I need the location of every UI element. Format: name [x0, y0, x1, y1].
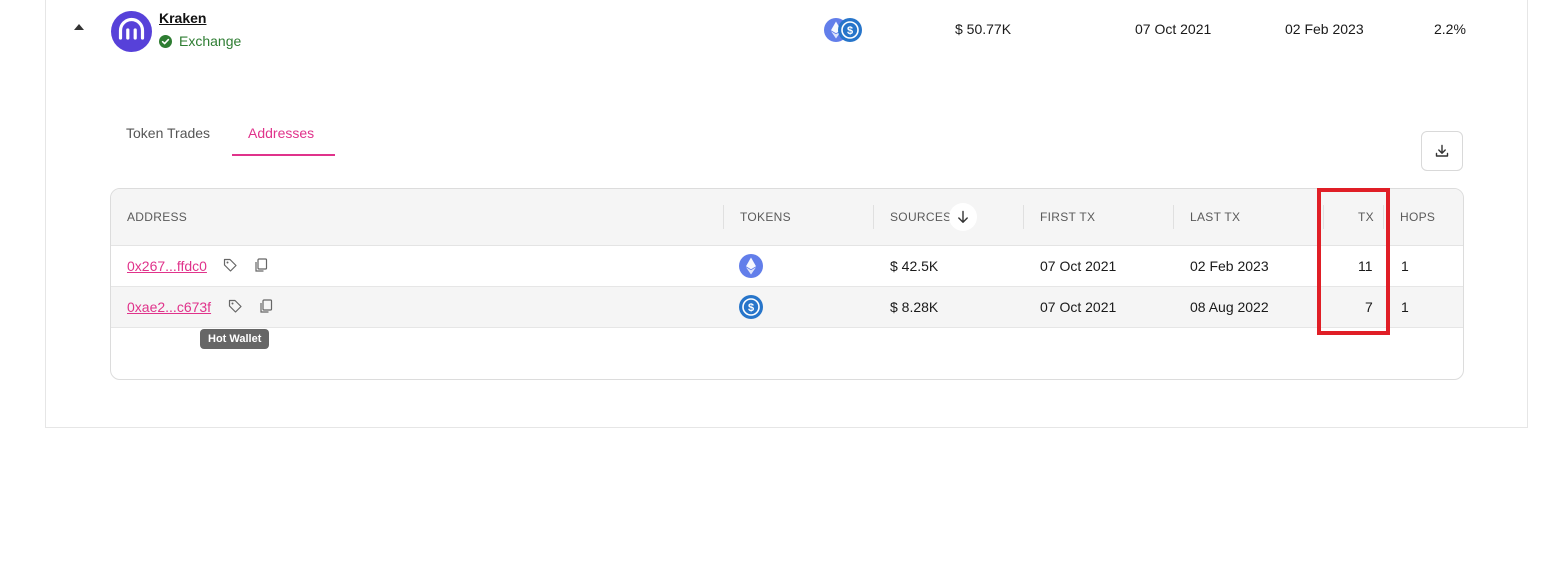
entity-token-icons: $: [824, 18, 864, 42]
download-icon: [1435, 144, 1449, 157]
collapse-caret-icon[interactable]: [74, 24, 84, 30]
row-first-tx: 07 Oct 2021: [1040, 258, 1117, 274]
arrow-down-icon: [958, 210, 968, 223]
download-button[interactable]: [1421, 131, 1463, 171]
header-divider: [1023, 205, 1024, 229]
svg-text:$: $: [748, 302, 754, 314]
header-first-tx[interactable]: FIRST TX: [1040, 210, 1095, 224]
entity-name-link[interactable]: Kraken: [159, 10, 206, 26]
row-hops: 1: [1401, 299, 1409, 315]
address-link[interactable]: 0xae2...c673f: [127, 299, 211, 315]
header-tokens: TOKENS: [740, 210, 791, 224]
addresses-table: ADDRESS TOKENS SOURCES FIRST TX LAST TX …: [110, 188, 1464, 380]
copy-icon[interactable]: [253, 257, 269, 273]
row-sources: $ 8.28K: [890, 299, 939, 315]
sort-desc-button[interactable]: [949, 203, 977, 231]
row-tx-count: 7: [1365, 299, 1373, 315]
tab-addresses[interactable]: Addresses: [248, 125, 314, 141]
header-divider: [1383, 205, 1384, 229]
entity-last-tx: 02 Feb 2023: [1285, 21, 1364, 37]
row-hops: 1: [1401, 258, 1409, 274]
tag-icon[interactable]: [227, 298, 243, 314]
copy-icon[interactable]: [258, 298, 274, 314]
svg-text:$: $: [847, 25, 853, 37]
header-divider: [1173, 205, 1174, 229]
table-row: 0xae2...c673f $ $ 8.28K 07 Oct 2021 08 A…: [111, 287, 1463, 328]
row-tx-count: 11: [1358, 258, 1373, 274]
table-header: ADDRESS TOKENS SOURCES FIRST TX LAST TX …: [111, 189, 1463, 246]
row-last-tx: 02 Feb 2023: [1190, 258, 1269, 274]
tag-tooltip: Hot Wallet: [200, 329, 270, 349]
active-tab-indicator: [232, 154, 335, 156]
entity-sources: $ 50.77K: [955, 21, 1012, 37]
row-last-tx: 08 Aug 2022: [1190, 299, 1269, 315]
entity-type: Exchange: [159, 33, 241, 49]
header-last-tx[interactable]: LAST TX: [1190, 210, 1240, 224]
header-divider: [1323, 205, 1324, 229]
entity-first-tx: 07 Oct 2021: [1135, 21, 1212, 37]
header-hops[interactable]: HOPS: [1400, 210, 1435, 224]
header-sources[interactable]: SOURCES: [890, 210, 951, 224]
row-sources: $ 42.5K: [890, 258, 939, 274]
ethereum-icon: [739, 254, 763, 278]
entity-type-label: Exchange: [179, 33, 242, 49]
tag-icon[interactable]: [222, 257, 238, 273]
header-divider: [723, 205, 724, 229]
header-address: ADDRESS: [127, 210, 188, 224]
address-link[interactable]: 0x267...ffdc0: [127, 258, 207, 274]
kraken-logo-icon: [111, 11, 152, 52]
usdc-icon: $: [838, 18, 862, 42]
header-divider: [873, 205, 874, 229]
verified-check-icon: [159, 34, 172, 48]
header-tx[interactable]: TX: [1358, 210, 1374, 224]
entity-percent: 2.2%: [1434, 21, 1466, 37]
tab-token-trades[interactable]: Token Trades: [126, 125, 210, 141]
row-first-tx: 07 Oct 2021: [1040, 299, 1117, 315]
table-row: 0x267...ffdc0 $ 42.5K 07 Oct 2021 02 Feb…: [111, 246, 1463, 287]
usdc-icon: $: [739, 295, 763, 319]
